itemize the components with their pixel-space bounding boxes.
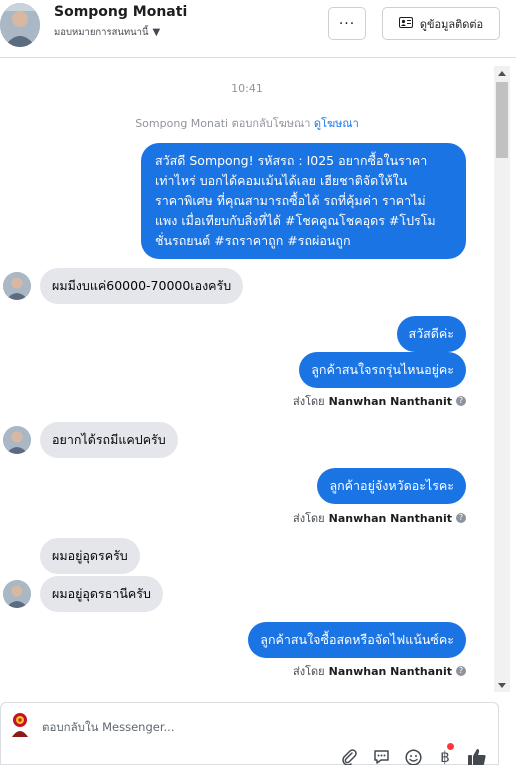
notification-dot — [447, 743, 454, 750]
composer-toolbar: ฿ — [1, 743, 500, 765]
message-line: แพง เมื่อเทียบกับสิ่งที่ได้ #โชคคูณโชคอุ… — [155, 213, 436, 228]
sent-by-name: Nanwhan Nanthanit — [328, 511, 452, 525]
sent-by-name: Nanwhan Nanthanit — [328, 664, 452, 678]
sent-by-name: Nanwhan Nanthanit — [328, 394, 452, 408]
message-input[interactable]: ตอบกลับใน Messenger... — [42, 719, 174, 737]
outgoing-message: ลูกค้าสนใจรถรุ่นไหนอยู่คะ — [299, 352, 466, 388]
sender-avatar — [3, 426, 31, 454]
sender-avatar — [3, 580, 31, 608]
outgoing-message: ลูกค้าอยู่จังหวัดอะไรคะ — [317, 468, 466, 504]
incoming-message: ผมมีงบแค่60000-70000เองครับ — [40, 268, 244, 304]
ad-reply-text: Sompong Monati ตอบกลับโฆษณา — [135, 117, 311, 130]
emoji-icon[interactable] — [403, 747, 423, 765]
ad-reply-note: Sompong Monati ตอบกลับโฆษณา ดูโฆษณา — [0, 114, 494, 132]
sent-by-label: ส่งโดย — [293, 665, 325, 678]
help-icon[interactable]: ? — [456, 396, 466, 406]
outgoing-message: สวัสดีค่ะ — [396, 316, 466, 352]
sent-by-label: ส่งโดย — [293, 512, 325, 525]
help-icon[interactable]: ? — [456, 513, 466, 523]
scroll-up-arrow-icon[interactable] — [494, 66, 510, 80]
baht-icon[interactable]: ฿ — [435, 743, 455, 765]
more-options-button[interactable]: ··· — [328, 7, 366, 40]
assign-label: มอบหมายการสนทนานี้ — [54, 27, 149, 38]
reply-composer[interactable]: ตอบกลับใน Messenger... ฿ — [0, 702, 499, 765]
sent-by-note: ส่งโดย Nanwhan Nanthanit ? — [293, 662, 466, 680]
conversation-header: Sompong Monati มอบหมายการสนทนานี้ ▼ ··· … — [0, 0, 516, 58]
sent-by-note: ส่งโดย Nanwhan Nanthanit ? — [293, 392, 466, 410]
scrollbar-thumb[interactable] — [496, 82, 508, 158]
message-line: ชั่นรถยนต์ #รถราคาถูก #รถผ่อนถูก — [155, 233, 351, 248]
view-ad-link[interactable]: ดูโฆษณา — [314, 117, 359, 130]
incoming-message: ผมอยู่อุดรธานีครับ — [40, 576, 163, 612]
caret-down-icon: ▼ — [152, 27, 161, 38]
avatar[interactable] — [0, 3, 40, 47]
contact-card-icon — [398, 16, 413, 31]
sent-by-note: ส่งโดย Nanwhan Nanthanit ? — [293, 509, 466, 527]
outgoing-message: ลูกค้าสนใจซื้อสดหรือจัดไฟแน้นซ์คะ — [248, 622, 466, 658]
paperclip-icon[interactable] — [339, 747, 359, 765]
incoming-message: ผมอยู่อุดรครับ — [40, 538, 140, 574]
messenger-conversation: Sompong Monati มอบหมายการสนทนานี้ ▼ ··· … — [0, 0, 516, 765]
page-avatar — [9, 711, 31, 737]
thread-scrollbar[interactable] — [494, 66, 510, 692]
message-thread: 10:41 Sompong Monati ตอบกลับโฆษณา ดูโฆษณ… — [0, 66, 494, 692]
contact-name: Sompong Monati — [54, 4, 188, 20]
saved-reply-icon[interactable] — [371, 747, 391, 765]
scroll-down-arrow-icon[interactable] — [494, 678, 510, 692]
view-contact-label: ดูข้อมูลติดต่อ — [419, 17, 484, 31]
sender-avatar — [3, 272, 31, 300]
message-line: เท่าไหร่ บอกได้คอมเม้นได้เลย เฮียชาติจัด… — [155, 173, 408, 188]
outgoing-message: สวัสดี Sompong! รหัสรถ : I025 อยากซื้อใน… — [141, 143, 466, 259]
thumbs-up-icon[interactable] — [467, 747, 487, 765]
assign-conversation-dropdown[interactable]: มอบหมายการสนทนานี้ ▼ — [54, 25, 160, 40]
message-line: ราคาพิเศษ ที่คุณสามารถซื้อได้ รถที่คุ้มค… — [155, 193, 426, 208]
message-timestamp: 10:41 — [231, 82, 263, 95]
incoming-message: อยากได้รถมีแคปครับ — [40, 422, 178, 458]
sent-by-label: ส่งโดย — [293, 395, 325, 408]
message-line: สวัสดี Sompong! รหัสรถ : I025 อยากซื้อใน… — [155, 153, 428, 168]
view-contact-button[interactable]: ดูข้อมูลติดต่อ — [382, 7, 500, 40]
help-icon[interactable]: ? — [456, 666, 466, 676]
